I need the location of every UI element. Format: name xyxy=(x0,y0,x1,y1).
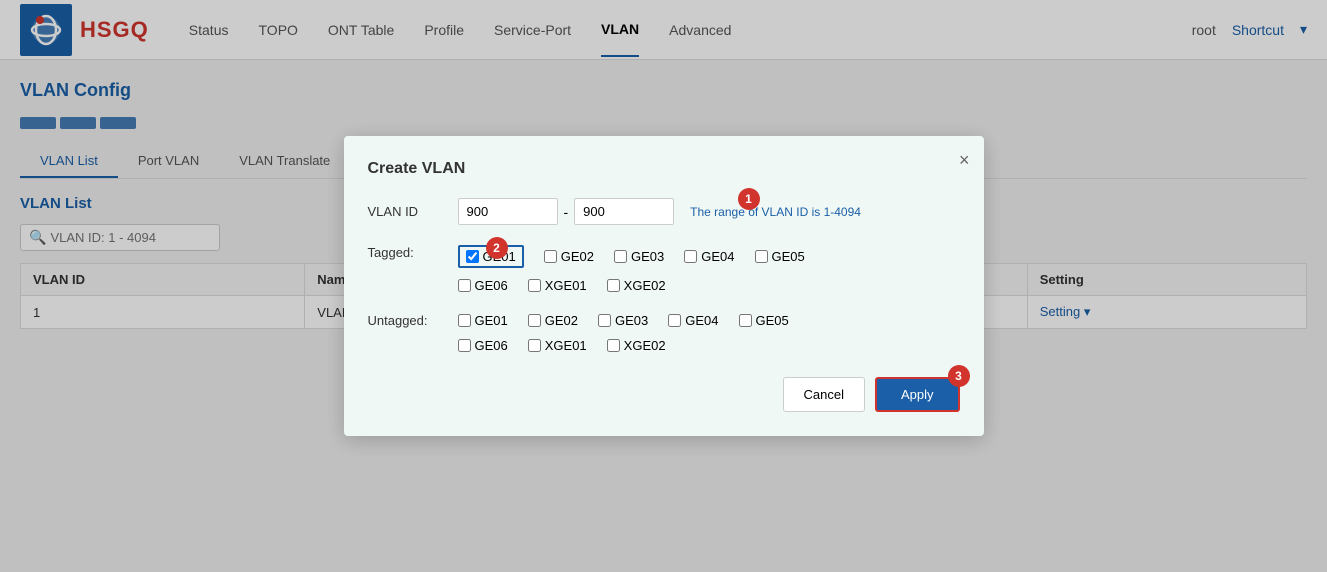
apply-wrapper: Apply 3 xyxy=(875,377,960,412)
untagged-ge01-item[interactable]: GE01 xyxy=(458,313,508,328)
untagged-ge03-label: GE03 xyxy=(615,313,648,328)
tagged-xge02-label: XGE02 xyxy=(624,278,666,293)
untagged-xge01-checkbox[interactable] xyxy=(528,339,541,352)
tagged-ge02-label: GE02 xyxy=(561,249,594,264)
tagged-label: Tagged: xyxy=(368,245,458,260)
untagged-ge02-item[interactable]: GE02 xyxy=(528,313,578,328)
tagged-ge03-checkbox[interactable] xyxy=(614,250,627,263)
vlan-id-end-input[interactable] xyxy=(574,198,674,225)
tagged-row: Tagged: GE01 GE02 GE03 GE04 xyxy=(368,245,960,293)
untagged-xge01-item[interactable]: XGE01 xyxy=(528,338,587,353)
untagged-ge05-label: GE05 xyxy=(756,313,789,328)
vlan-id-label: VLAN ID xyxy=(368,204,458,219)
vlan-id-separator: - xyxy=(564,204,569,220)
tagged-ge05-checkbox[interactable] xyxy=(755,250,768,263)
untagged-ports-container: GE01 GE02 GE03 GE04 GE05 xyxy=(458,313,960,353)
tagged-ge02-item[interactable]: GE02 xyxy=(544,245,594,268)
tagged-ge05-item[interactable]: GE05 xyxy=(755,245,805,268)
tagged-ports-grid-2: GE06 XGE01 XGE02 xyxy=(458,278,960,293)
tagged-xge01-checkbox[interactable] xyxy=(528,279,541,292)
apply-button[interactable]: Apply xyxy=(875,377,960,412)
tagged-ge04-checkbox[interactable] xyxy=(684,250,697,263)
tagged-ge04-label: GE04 xyxy=(701,249,734,264)
untagged-ge06-item[interactable]: GE06 xyxy=(458,338,508,353)
vlan-id-start-input[interactable] xyxy=(458,198,558,225)
untagged-xge02-item[interactable]: XGE02 xyxy=(607,338,666,353)
untagged-ports-grid: GE01 GE02 GE03 GE04 GE05 xyxy=(458,313,960,328)
untagged-row: Untagged: GE01 GE02 GE03 GE04 xyxy=(368,313,960,353)
dialog-footer: Cancel Apply 3 xyxy=(368,377,960,412)
vlan-id-hint: The range of VLAN ID is 1-4094 xyxy=(690,205,861,219)
dialog-close-button[interactable]: × xyxy=(959,150,970,171)
untagged-ge03-checkbox[interactable] xyxy=(598,314,611,327)
untagged-ge04-checkbox[interactable] xyxy=(668,314,681,327)
vlan-id-inputs: - The range of VLAN ID is 1-4094 xyxy=(458,198,861,225)
untagged-ge01-checkbox[interactable] xyxy=(458,314,471,327)
tagged-ge06-label: GE06 xyxy=(475,278,508,293)
tagged-xge01-item[interactable]: XGE01 xyxy=(528,278,587,293)
untagged-ge05-checkbox[interactable] xyxy=(739,314,752,327)
untagged-ge06-label: GE06 xyxy=(475,338,508,353)
tagged-ge06-item[interactable]: GE06 xyxy=(458,278,508,293)
untagged-xge02-label: XGE02 xyxy=(624,338,666,353)
tagged-ports-grid: GE01 GE02 GE03 GE04 GE05 xyxy=(458,245,960,268)
untagged-ge02-label: GE02 xyxy=(545,313,578,328)
untagged-ge06-checkbox[interactable] xyxy=(458,339,471,352)
tagged-xge01-label: XGE01 xyxy=(545,278,587,293)
tagged-ge02-checkbox[interactable] xyxy=(544,250,557,263)
vlan-id-row: VLAN ID - The range of VLAN ID is 1-4094… xyxy=(368,198,960,225)
tagged-ge06-checkbox[interactable] xyxy=(458,279,471,292)
overlay: Create VLAN × VLAN ID - The range of VLA… xyxy=(0,0,1327,572)
untagged-xge01-label: XGE01 xyxy=(545,338,587,353)
untagged-xge02-checkbox[interactable] xyxy=(607,339,620,352)
tagged-xge02-checkbox[interactable] xyxy=(607,279,620,292)
dialog-title: Create VLAN xyxy=(368,160,960,178)
untagged-ge05-item[interactable]: GE05 xyxy=(739,313,789,328)
untagged-ports-grid-2: GE06 XGE01 XGE02 xyxy=(458,338,960,353)
untagged-ge02-checkbox[interactable] xyxy=(528,314,541,327)
tagged-ge05-label: GE05 xyxy=(772,249,805,264)
create-vlan-dialog: Create VLAN × VLAN ID - The range of VLA… xyxy=(344,136,984,436)
tagged-ge03-label: GE03 xyxy=(631,249,664,264)
step-1-badge: 1 xyxy=(738,188,760,210)
untagged-ge01-label: GE01 xyxy=(475,313,508,328)
untagged-ge04-item[interactable]: GE04 xyxy=(668,313,718,328)
untagged-ge04-label: GE04 xyxy=(685,313,718,328)
step-2-badge: 2 xyxy=(486,237,508,259)
untagged-label: Untagged: xyxy=(368,313,458,328)
tagged-ge04-item[interactable]: GE04 xyxy=(684,245,734,268)
cancel-button[interactable]: Cancel xyxy=(783,377,865,412)
untagged-ge03-item[interactable]: GE03 xyxy=(598,313,648,328)
tagged-ge03-item[interactable]: GE03 xyxy=(614,245,664,268)
tagged-ge01-checkbox[interactable] xyxy=(466,250,479,263)
step-3-badge: 3 xyxy=(948,365,970,387)
tagged-xge02-item[interactable]: XGE02 xyxy=(607,278,666,293)
tagged-ports-container: GE01 GE02 GE03 GE04 GE05 xyxy=(458,245,960,293)
